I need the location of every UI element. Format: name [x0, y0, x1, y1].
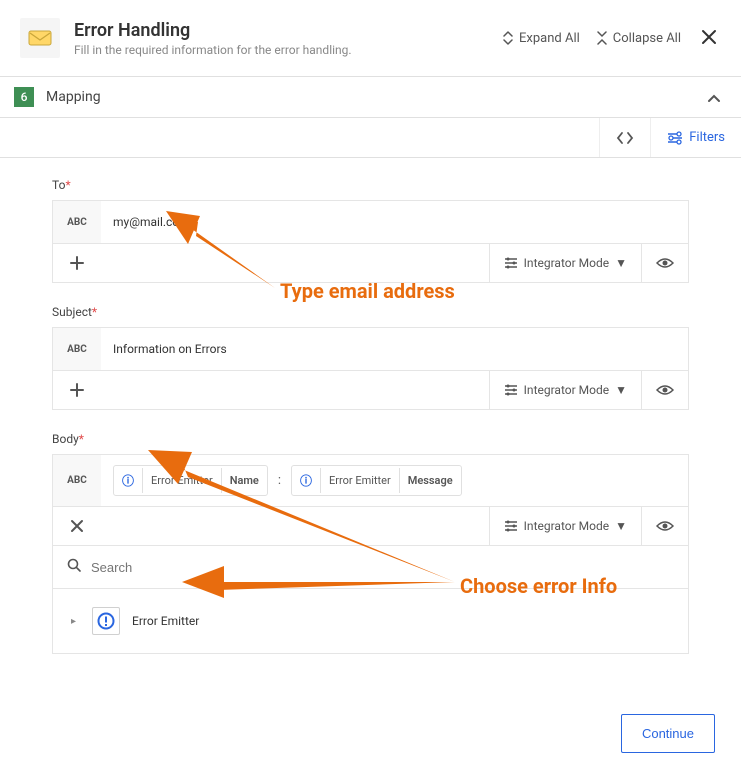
to-add-button[interactable]: [53, 244, 101, 282]
body-tag-name[interactable]: ⓘ Error Emitter Name: [113, 465, 268, 496]
abc-prefix: ABC: [53, 455, 101, 506]
collapse-all-button[interactable]: Collapse All: [596, 31, 681, 46]
caret-down-icon: ▼: [615, 256, 627, 270]
subject-input[interactable]: Information on Errors: [101, 328, 688, 370]
subject-label: Subject*: [52, 305, 689, 319]
collapse-all-label: Collapse All: [613, 31, 681, 46]
caret-down-icon: ▼: [615, 519, 627, 533]
body-input[interactable]: ⓘ Error Emitter Name : ⓘ Error Emitter M…: [101, 455, 688, 506]
tag-message-label: Message: [399, 468, 461, 493]
collapse-section-button[interactable]: [707, 88, 721, 107]
to-mode-select[interactable]: Integrator Mode ▼: [489, 244, 641, 282]
tag-emitter-label: Error Emitter: [320, 468, 399, 493]
continue-button[interactable]: Continue: [621, 714, 715, 753]
subject-preview-button[interactable]: [641, 371, 688, 409]
subject-add-button[interactable]: [53, 371, 101, 409]
subject-mode-label: Integrator Mode: [524, 383, 609, 397]
expand-all-label: Expand All: [519, 31, 580, 46]
code-mode-button[interactable]: [599, 118, 650, 157]
error-emitter-icon: [92, 607, 120, 635]
search-icon: [67, 558, 81, 576]
body-preview-button[interactable]: [641, 507, 688, 545]
body-mode-label: Integrator Mode: [524, 519, 609, 533]
tag-emitter-label: Error Emitter: [142, 468, 221, 493]
caret-down-icon: ▼: [615, 383, 627, 397]
abc-prefix: ABC: [53, 328, 101, 370]
expand-all-button[interactable]: Expand All: [502, 31, 580, 46]
filters-label: Filters: [689, 130, 725, 145]
body-label: Body*: [52, 432, 689, 446]
to-input[interactable]: my@mail.com: [101, 201, 688, 243]
to-mode-label: Integrator Mode: [524, 256, 609, 270]
to-label: To*: [52, 178, 689, 192]
body-tag-message[interactable]: ⓘ Error Emitter Message: [291, 465, 462, 496]
step-badge: 6: [14, 87, 34, 107]
abc-prefix: ABC: [53, 201, 101, 243]
filters-button[interactable]: Filters: [650, 118, 741, 157]
page-subtitle: Fill in the required information for the…: [74, 43, 488, 57]
tag-name-label: Name: [221, 468, 267, 493]
info-icon: ⓘ: [300, 472, 312, 489]
body-mode-select[interactable]: Integrator Mode ▼: [489, 507, 641, 545]
page-title: Error Handling: [74, 20, 488, 41]
expand-emitter-button[interactable]: ▸: [67, 616, 80, 627]
info-icon: ⓘ: [122, 472, 134, 489]
to-preview-button[interactable]: [641, 244, 688, 282]
colon-separator: :: [278, 473, 281, 488]
body-search-input[interactable]: [91, 560, 674, 575]
close-button[interactable]: [697, 26, 721, 51]
subject-mode-select[interactable]: Integrator Mode ▼: [489, 371, 641, 409]
error-emitter-item[interactable]: Error Emitter: [132, 614, 199, 628]
section-title: Mapping: [46, 89, 707, 105]
body-clear-button[interactable]: [53, 507, 101, 545]
app-icon: [20, 18, 60, 58]
